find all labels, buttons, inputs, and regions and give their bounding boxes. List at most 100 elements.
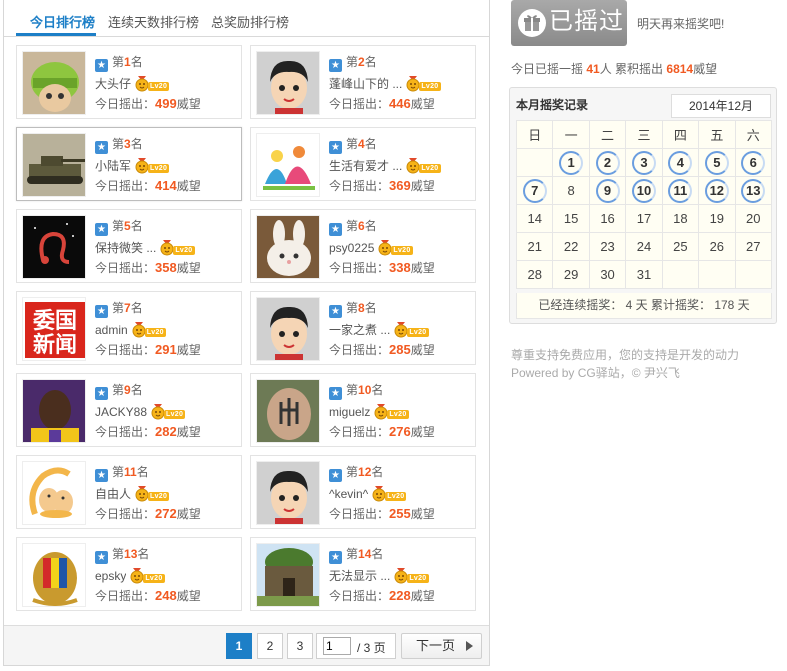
avatar[interactable]	[22, 379, 86, 443]
username-link[interactable]: 小陆军	[95, 155, 131, 176]
star-icon: ★	[329, 387, 342, 400]
level-badge: Lv20	[135, 485, 175, 502]
avatar[interactable]	[256, 297, 320, 361]
level-text: Lv20	[419, 163, 441, 173]
ranking-card[interactable]: ★ 第2名 蓬峰山下的 ... Lv20 今日摇出：446威望	[250, 45, 476, 119]
username-link[interactable]: 无法显示 ...	[329, 565, 390, 586]
score-prefix: 今日摇出：	[329, 179, 390, 193]
avatar[interactable]	[22, 133, 86, 197]
username-link[interactable]: epsky	[95, 565, 126, 586]
level-text: Lv20	[148, 81, 170, 91]
shake-calendar: 本月摇奖记录 2014年12月 日一二三四五六 1 2 3 4 5 6 7 8 9 10 11 12 1…	[509, 87, 777, 324]
ranking-card[interactable]: ★ 第9名 JACKY88 Lv20 今日摇出：282威望	[16, 373, 242, 447]
score-value: 446	[389, 96, 411, 111]
score-line: 今日摇出：338威望	[329, 258, 471, 278]
rank-suffix: 名	[364, 137, 377, 151]
avatar[interactable]	[256, 461, 320, 525]
calendar-day: 19	[698, 204, 736, 233]
score-line: 今日摇出：282威望	[95, 422, 237, 442]
ranking-card[interactable]: ★ 第10名 miguelz Lv20 今日摇出：276威望	[250, 373, 476, 447]
avatar[interactable]	[256, 379, 320, 443]
calendar-day: 27	[734, 232, 773, 261]
shake-stats: 今日已摇一摇 41人 累积摇出 6814威望	[511, 60, 717, 77]
name-line: 生活有爱才 ... Lv20	[329, 154, 471, 176]
score-value: 369	[389, 178, 411, 193]
star-icon: ★	[95, 59, 108, 72]
avatar[interactable]	[256, 543, 320, 607]
ranking-card[interactable]: ★ 第14名 无法显示 ... Lv20 今日摇出：228威望	[250, 537, 476, 611]
username-link[interactable]: 保持微笑 ...	[95, 237, 156, 258]
medal-icon	[394, 321, 408, 338]
calendar-title: 本月摇奖记录	[516, 98, 589, 112]
username-link[interactable]: 一家之煮 ...	[329, 319, 390, 340]
avatar[interactable]	[22, 215, 86, 279]
avatar[interactable]	[256, 51, 320, 115]
avatar[interactable]	[256, 215, 320, 279]
page-button-2[interactable]: 2	[257, 633, 283, 659]
ranking-card[interactable]: 委国 新闻 ★ 第7名 admin Lv20 今日摇出：291威望	[16, 291, 242, 365]
checked-day-marker: 3	[631, 150, 656, 175]
card-info: ★ 第10名 miguelz Lv20 今日摇出：276威望	[329, 380, 471, 442]
ranking-card[interactable]: ★ 第1名 大头仔 Lv20 今日摇出：499威望	[16, 45, 242, 119]
rank-prefix: 第	[346, 383, 359, 397]
level-badge: Lv20	[406, 75, 446, 92]
username-link[interactable]: ^kevin^	[329, 483, 368, 504]
username-link[interactable]: 蓬峰山下的 ...	[329, 73, 402, 94]
ranking-tabs: 今日排行榜 连续天数排行榜 总奖励排行榜	[4, 0, 489, 37]
username-link[interactable]: 大头仔	[95, 73, 131, 94]
avatar[interactable]	[22, 543, 86, 607]
avatar[interactable]: 委国 新闻	[22, 297, 86, 361]
ranking-card[interactable]: ★ 第13名 epsky Lv20 今日摇出：248威望	[16, 537, 242, 611]
username-link[interactable]: 生活有爱才 ...	[329, 155, 402, 176]
ranking-card[interactable]: ★ 第8名 一家之煮 ... Lv20 今日摇出：285威望	[250, 291, 476, 365]
checked-day-marker: 2	[595, 150, 620, 175]
page-button-1[interactable]: 1	[226, 633, 252, 659]
medal-icon	[160, 239, 174, 256]
rank-prefix: 第	[346, 465, 359, 479]
tab-consecutive-ranking[interactable]: 连续天数排行榜	[108, 12, 199, 31]
calendar-month-select[interactable]: 2014年12月	[671, 94, 771, 118]
score-value: 272	[155, 506, 177, 521]
username-link[interactable]: miguelz	[329, 401, 370, 422]
score-prefix: 今日摇出：	[95, 97, 156, 111]
score-line: 今日摇出：255威望	[329, 504, 471, 524]
today-count: 41	[586, 62, 600, 76]
username-link[interactable]: 自由人	[95, 483, 131, 504]
score-line: 今日摇出：276威望	[329, 422, 471, 442]
ranking-card[interactable]: ★ 第12名 ^kevin^ Lv20 今日摇出：255威望	[250, 455, 476, 529]
score-prefix: 今日摇出：	[95, 589, 156, 603]
page-button-3[interactable]: 3	[287, 633, 313, 659]
username-link[interactable]: psy0225	[329, 237, 374, 258]
page-number-input[interactable]	[323, 637, 351, 655]
rank-suffix: 名	[130, 219, 143, 233]
level-badge: Lv20	[135, 75, 175, 92]
level-text: Lv20	[144, 327, 166, 337]
ranking-card[interactable]: ★ 第6名 psy0225 Lv20 今日摇出：338威望	[250, 209, 476, 283]
star-icon: ★	[329, 551, 342, 564]
avatar[interactable]	[256, 133, 320, 197]
avatar[interactable]	[22, 461, 86, 525]
ranking-card[interactable]: ★ 第11名 自由人 Lv20 今日摇出：272威望	[16, 455, 242, 529]
score-value: 255	[389, 506, 411, 521]
next-page-button[interactable]: 下一页	[401, 633, 482, 659]
tab-total-ranking[interactable]: 总奖励排行榜	[211, 12, 289, 31]
score-prefix: 今日摇出：	[329, 507, 390, 521]
tab-today-ranking[interactable]: 今日排行榜	[30, 12, 95, 31]
ranking-card[interactable]: ★ 第5名 保持微笑 ... Lv20 今日摇出：358威望	[16, 209, 242, 283]
ranking-card[interactable]: ★ 第3名 小陆军 Lv20 今日摇出：414威望	[16, 127, 242, 201]
calendar-day: 15	[552, 204, 590, 233]
username-link[interactable]: JACKY88	[95, 401, 147, 422]
level-badge: Lv20	[374, 403, 414, 420]
name-line: admin Lv20	[95, 318, 237, 340]
gift-icon	[518, 9, 546, 37]
level-text: Lv20	[385, 491, 407, 501]
calendar-day: 10	[625, 176, 663, 205]
rank-suffix: 名	[130, 383, 143, 397]
calendar-day: 29	[552, 260, 590, 289]
avatar[interactable]	[22, 51, 86, 115]
star-icon: ★	[329, 305, 342, 318]
ranking-card[interactable]: ★ 第4名 生活有爱才 ... Lv20 今日摇出：369威望	[250, 127, 476, 201]
shake-button[interactable]: 已摇过	[511, 0, 627, 46]
rank-prefix: 第	[112, 547, 125, 561]
username-link[interactable]: admin	[95, 319, 128, 340]
